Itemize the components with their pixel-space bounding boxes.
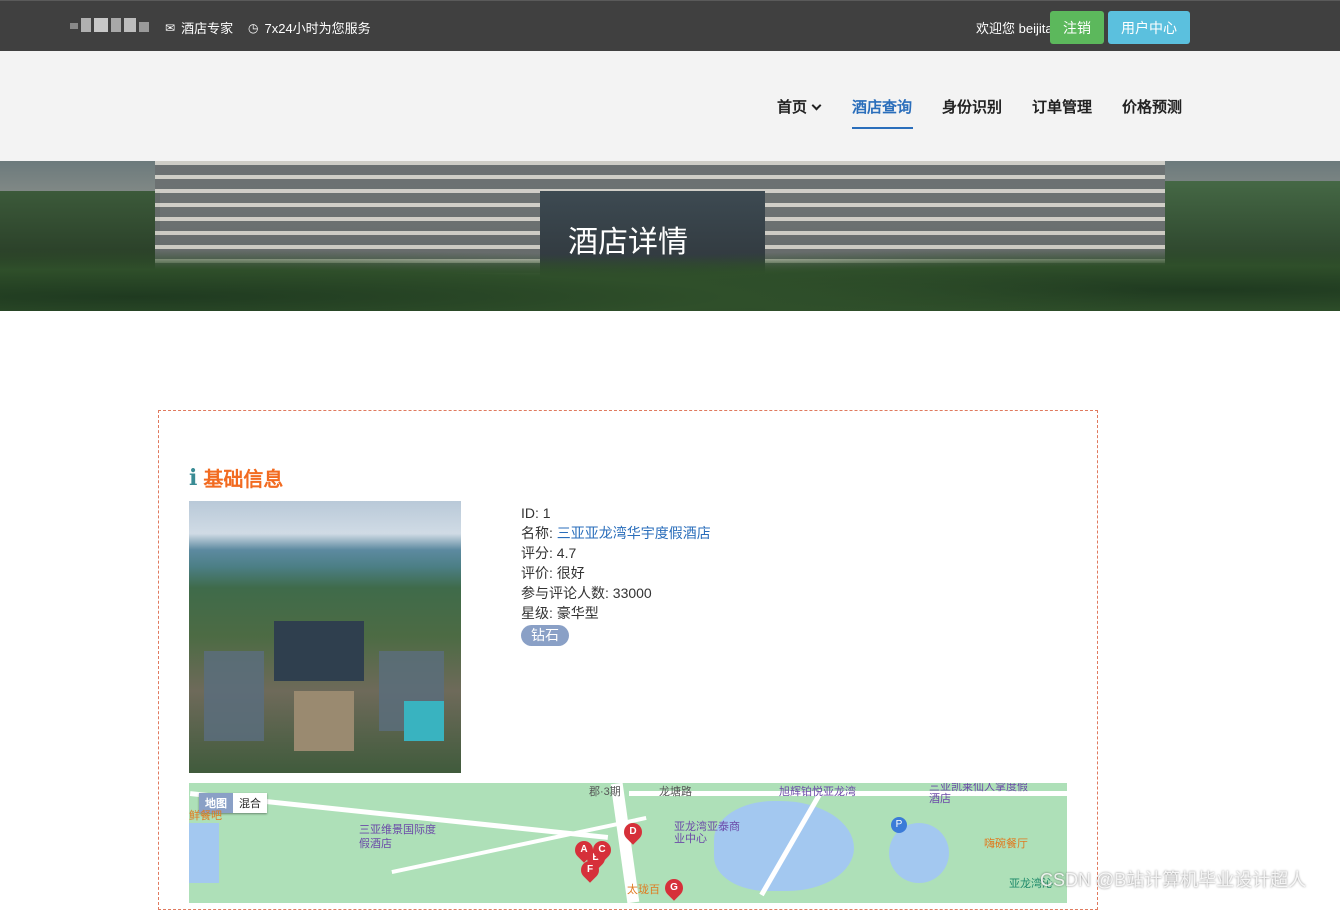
map-poi: 郡·3期 bbox=[589, 786, 621, 798]
field-rating: 评分: 4.7 bbox=[521, 545, 577, 561]
map-pin[interactable]: F bbox=[577, 857, 603, 883]
field-id: ID: 1 bbox=[521, 505, 551, 521]
map-pin[interactable]: C bbox=[589, 837, 615, 863]
field-name: 名称: 三亚亚龙湾华宇度假酒店 bbox=[521, 525, 711, 541]
field-star: 星级: 豪华型 bbox=[521, 605, 599, 621]
hours-label: 7x24小时为您服务 bbox=[264, 21, 371, 36]
welcome-text: 欢迎您 beijita bbox=[976, 21, 1053, 36]
level-badge: 钻石 bbox=[521, 625, 569, 646]
field-review: 评价: 很好 bbox=[521, 565, 585, 581]
hotel-detail-card: i 基础信息 ID: 1 名称: 三亚亚龙湾华宇度假酒店 评分: 4.7 评价:… bbox=[158, 410, 1098, 910]
hotel-fields: ID: 1 名称: 三亚亚龙湾华宇度假酒店 评分: 4.7 评价: 很好 参与评… bbox=[521, 503, 711, 646]
map-poi: 太珑百 bbox=[627, 884, 660, 896]
watermark: CSDN @B站计算机毕业设计超人 bbox=[1040, 870, 1307, 890]
page-banner: 酒店详情 bbox=[0, 161, 1340, 311]
info-icon: i bbox=[189, 464, 198, 491]
map-pin[interactable]: G bbox=[661, 875, 687, 901]
map-poi: 亚龙湾亚泰商业中心 bbox=[674, 821, 740, 845]
user-center-button[interactable]: 用户中心 bbox=[1108, 11, 1190, 44]
map-poi: 鲜餐吧 bbox=[189, 810, 222, 822]
nav-item-orders[interactable]: 订单管理 bbox=[1032, 96, 1092, 117]
location-map[interactable]: 地图 混合 郡·3期 龙塘路 旭辉铂悦亚龙湾 三亚凯莱仙人掌度假酒店 三亚维景国… bbox=[189, 783, 1067, 903]
map-poi: 旭辉铂悦亚龙湾 bbox=[779, 786, 856, 798]
parking-icon: P bbox=[891, 817, 907, 833]
top-bar: ✉ 酒店专家 ◷ 7x24小时为您服务 欢迎您 beijita 注销 用户中心 bbox=[0, 0, 1340, 51]
site-logo bbox=[70, 18, 154, 32]
chevron-down-icon bbox=[811, 100, 822, 111]
envelope-icon: ✉ bbox=[165, 20, 176, 35]
map-pin[interactable]: D bbox=[620, 819, 646, 845]
email-info: ✉ 酒店专家 bbox=[165, 18, 233, 37]
section-heading: i 基础信息 bbox=[189, 463, 283, 492]
section-title: 基础信息 bbox=[203, 469, 284, 491]
hotel-photo bbox=[189, 501, 461, 773]
active-tab-indicator bbox=[852, 127, 913, 129]
nav-item-label: 订单管理 bbox=[1032, 99, 1093, 116]
nav-item-home[interactable]: 首页 bbox=[777, 96, 822, 117]
nav-item-price-forecast[interactable]: 价格预测 bbox=[1122, 96, 1182, 117]
field-review-count: 参与评论人数: 33000 bbox=[521, 585, 652, 601]
hours-info: ◷ 7x24小时为您服务 bbox=[248, 18, 371, 37]
map-poi: 龙塘路 bbox=[659, 786, 692, 798]
page-title: 酒店详情 bbox=[568, 226, 688, 259]
nav-item-label: 首页 bbox=[777, 99, 808, 116]
map-poi: 三亚维景国际度假酒店 bbox=[359, 824, 436, 850]
map-type-hybrid[interactable]: 混合 bbox=[233, 793, 267, 813]
main-nav: 首页 酒店查询 身份识别 订单管理 价格预测 bbox=[0, 51, 1340, 161]
nav-item-identity[interactable]: 身份识别 bbox=[942, 96, 1002, 117]
map-poi: 嗨碗餐厅 bbox=[984, 838, 1028, 850]
nav-item-label: 价格预测 bbox=[1122, 99, 1183, 116]
map-lake bbox=[714, 801, 854, 891]
hotel-name-link[interactable]: 三亚亚龙湾华宇度假酒店 bbox=[557, 525, 711, 541]
email-label: 酒店专家 bbox=[181, 21, 234, 36]
logout-button[interactable]: 注销 bbox=[1050, 11, 1104, 44]
clock-icon: ◷ bbox=[248, 20, 259, 35]
nav-item-hotel-search[interactable]: 酒店查询 bbox=[852, 96, 912, 117]
nav-item-label: 身份识别 bbox=[942, 99, 1003, 116]
nav-item-label: 酒店查询 bbox=[852, 99, 913, 116]
map-poi: 三亚凯莱仙人掌度假酒店 bbox=[929, 783, 1028, 805]
